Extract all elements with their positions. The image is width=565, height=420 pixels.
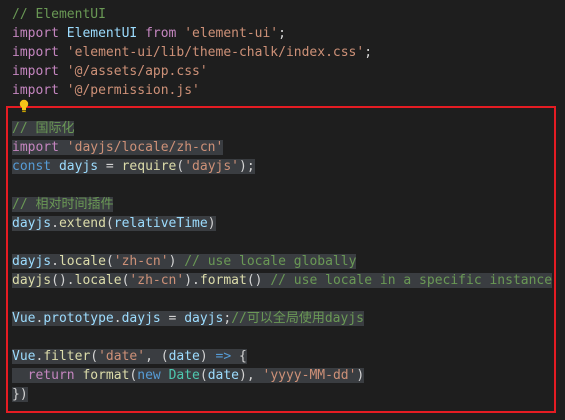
code-token: locale <box>74 273 122 288</box>
code-token: locale <box>58 254 106 269</box>
code-token: => <box>215 349 232 364</box>
code-token: }) <box>12 387 28 402</box>
code-line[interactable]: dayjs().locale('zh-cn').format() // use … <box>12 271 553 290</box>
code-line[interactable]: dayjs.locale('zh-cn') // use locale glob… <box>12 252 357 271</box>
code-token: format <box>199 273 247 288</box>
code-token: dayjs <box>58 159 99 174</box>
code-token: , <box>145 349 161 364</box>
code-line[interactable]: return format(new Date(date), 'yyyy-MM-d… <box>12 366 365 385</box>
code-line[interactable]: import ElementUI from 'element-ui'; <box>12 24 286 43</box>
code-token: prototype <box>43 311 114 326</box>
code-line[interactable]: Vue.filter('date', (date) => { <box>12 347 247 366</box>
code-token: 'element-ui/lib/theme-chalk/index.css' <box>66 45 365 60</box>
code-token: { <box>231 349 247 364</box>
code-token: ( <box>160 349 169 364</box>
code-token: '@/permission.js' <box>66 83 200 98</box>
code-line[interactable]: const dayjs = require('dayjs'); <box>12 157 255 176</box>
code-token: // use locale globally <box>184 254 357 269</box>
code-line[interactable]: import '@/assets/app.css' <box>12 62 208 81</box>
code-token: ; <box>223 311 232 326</box>
code-token: dayjs <box>121 311 161 326</box>
code-token: Vue <box>12 349 36 364</box>
code-token: import <box>12 45 59 60</box>
code-token: // 相对时间插件 <box>12 197 114 212</box>
code-token: ) <box>168 254 185 269</box>
code-token: . <box>51 216 59 231</box>
code-token: extend <box>58 216 106 231</box>
code-token: ; <box>364 45 373 60</box>
code-token: () <box>246 273 271 288</box>
code-token: dayjs <box>12 254 52 269</box>
code-token: = <box>160 311 185 326</box>
code-token: ( <box>199 368 208 383</box>
code-token: 'date' <box>98 349 146 364</box>
code-token: import <box>12 83 59 98</box>
code-token: ( <box>90 349 99 364</box>
code-token: dayjs <box>12 216 52 231</box>
code-token: from <box>145 26 177 41</box>
code-token: 'dayjs' <box>184 159 240 174</box>
code-token: filter <box>43 349 91 364</box>
code-token: 'zh-cn' <box>113 254 169 269</box>
code-line[interactable]: }) <box>12 385 28 404</box>
code-token: //可以全局使用dayjs <box>231 311 364 326</box>
code-token: ); <box>239 159 255 174</box>
code-token: ) <box>207 216 216 231</box>
code-line[interactable]: // 国际化 <box>12 119 75 138</box>
code-token: 'element-ui' <box>184 26 279 41</box>
code-token: import <box>12 140 59 155</box>
code-editor[interactable]: // ElementUI import ElementUI from 'eleme… <box>0 0 565 420</box>
code-token: ), <box>239 368 263 383</box>
code-line[interactable]: import 'element-ui/lib/theme-chalk/index… <box>12 43 372 62</box>
code-token: '@/assets/app.css' <box>66 64 208 79</box>
code-line[interactable]: dayjs.extend(relativeTime) <box>12 214 216 233</box>
code-token: ) <box>199 349 216 364</box>
code-line[interactable]: // ElementUI <box>12 5 106 24</box>
code-line[interactable]: import 'dayjs/locale/zh-cn' <box>12 138 224 157</box>
code-token: Date <box>168 368 200 383</box>
code-token: import <box>12 64 59 79</box>
code-token: const <box>12 159 52 174</box>
code-token: format <box>82 368 130 383</box>
code-token: . <box>51 254 59 269</box>
code-token: ) <box>356 368 365 383</box>
code-token: dayjs <box>184 311 224 326</box>
code-token: // use locale in a specific instance <box>270 273 553 288</box>
code-token: import <box>12 26 59 41</box>
code-token: // ElementUI <box>12 7 106 22</box>
code-token: // 国际化 <box>12 121 75 136</box>
code-token: ; <box>278 26 286 41</box>
code-token: date <box>207 368 240 383</box>
code-token: 'zh-cn' <box>129 273 185 288</box>
code-token: 'yyyy-MM-dd' <box>262 368 357 383</box>
code-line[interactable]: // 相对时间插件 <box>12 195 114 214</box>
code-token: date <box>168 349 200 364</box>
code-token: new <box>137 368 161 383</box>
code-token: ( <box>105 254 114 269</box>
code-token: ElementUI <box>66 26 138 41</box>
code-token: relativeTime <box>113 216 208 231</box>
code-token: dayjs <box>12 273 52 288</box>
code-token: require <box>121 159 177 174</box>
lightbulb-icon[interactable] <box>18 99 30 113</box>
code-line[interactable]: Vue.prototype.dayjs = dayjs;//可以全局使用dayj… <box>12 309 364 328</box>
code-token: = <box>98 159 122 174</box>
code-token: return <box>27 368 75 383</box>
code-token: . <box>113 311 122 326</box>
code-token: (). <box>51 273 75 288</box>
code-token: 'dayjs/locale/zh-cn' <box>66 140 224 155</box>
code-token: ). <box>184 273 200 288</box>
code-token: Vue <box>12 311 36 326</box>
code-line[interactable]: import '@/permission.js' <box>12 81 200 100</box>
code-token: ( <box>105 216 114 231</box>
